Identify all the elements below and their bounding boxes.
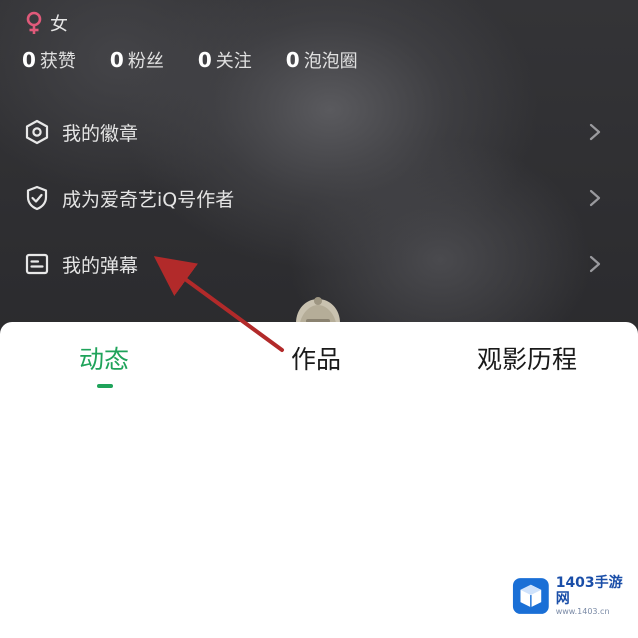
gender-info: 女: [24, 10, 68, 36]
chevron-right-icon: [589, 123, 601, 141]
tab-watch-history[interactable]: 观影历程: [477, 340, 577, 380]
watermark-logo-icon: [512, 578, 549, 614]
profile-stats: 0 获赞 0 粉丝 0 关注 0 泡泡圈: [22, 46, 392, 74]
danmaku-icon: [25, 253, 49, 275]
stat-following[interactable]: 0 关注: [198, 47, 252, 73]
stat-circles-value: 0: [285, 48, 300, 72]
watermark-text: 1403手游网 www.1403.cn: [556, 575, 632, 617]
gender-label: 女: [50, 14, 68, 35]
stat-following-label: 关注: [215, 51, 252, 72]
menu-item-badges-label: 我的徽章: [62, 122, 139, 145]
stat-circles-label: 泡泡圈: [303, 51, 358, 72]
stat-circles[interactable]: 0 泡泡圈: [286, 47, 358, 73]
stat-fans-value: 0: [109, 48, 124, 72]
profile-header: 女 0 获赞 0 粉丝 0 关注 0 泡泡圈 我的徽章 成为爱奇艺iQ号作者 我…: [0, 0, 638, 340]
stat-following-value: 0: [197, 48, 212, 72]
chevron-right-icon: [589, 255, 601, 273]
stat-fans-label: 粉丝: [127, 51, 164, 72]
tab-works[interactable]: 作品: [291, 340, 341, 380]
menu-item-danmaku-label: 我的弹幕: [62, 254, 139, 277]
watermark-subtitle: www.1403.cn: [555, 607, 610, 616]
watermark-title: 1403手游网: [555, 575, 623, 607]
menu-item-badges[interactable]: 我的徽章: [0, 107, 638, 157]
watermark: 1403手游网 www.1403.cn: [512, 575, 632, 617]
active-tab-indicator: [97, 384, 113, 388]
shield-check-icon: [26, 185, 48, 211]
tab-dynamics[interactable]: 动态: [79, 340, 129, 380]
chevron-right-icon: [589, 189, 601, 207]
stat-likes-label: 获赞: [39, 51, 76, 72]
menu-item-danmaku[interactable]: 我的弹幕: [0, 239, 638, 289]
stat-likes-value: 0: [22, 48, 36, 72]
female-gender-icon: [26, 11, 42, 34]
badge-icon: [25, 119, 49, 145]
stat-fans[interactable]: 0 粉丝: [110, 47, 164, 73]
stat-likes[interactable]: 0 获赞: [22, 47, 76, 73]
menu-item-iq-author-label: 成为爱奇艺iQ号作者: [62, 188, 235, 211]
menu-item-iq-author[interactable]: 成为爱奇艺iQ号作者: [0, 173, 638, 223]
